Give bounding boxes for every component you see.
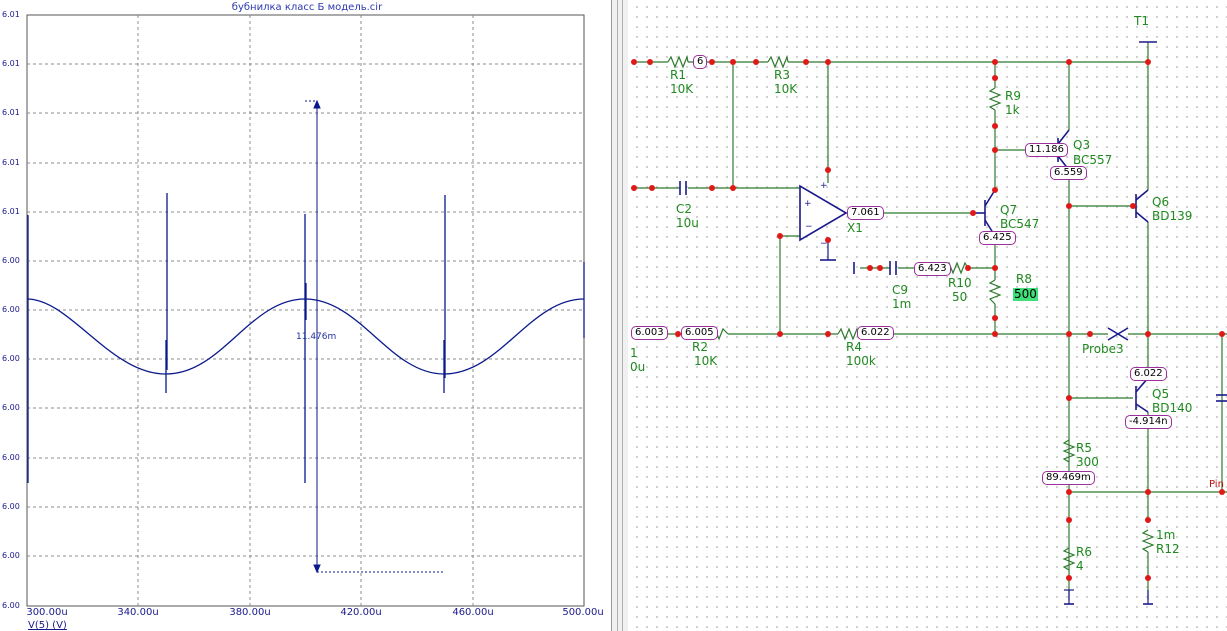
r10-name[interactable]: R10 [948, 277, 972, 290]
c9-value[interactable]: 1m [892, 298, 911, 311]
pin-label[interactable]: Pin [1209, 478, 1224, 491]
c1-name[interactable]: 1 [630, 347, 638, 360]
r8-name[interactable]: R8 [1016, 273, 1032, 286]
y-tick-label: 6.00 [2, 305, 20, 314]
y-tick-label: 6.01 [2, 158, 20, 167]
x-tick-label: 460.00u [452, 607, 494, 618]
node-voltage-badge: 6.022 [857, 326, 894, 340]
q5-value[interactable]: BD140 [1152, 402, 1192, 415]
node-voltage-badge: 6.423 [914, 262, 951, 276]
r4-name[interactable]: R4 [846, 341, 862, 354]
node-voltage-badge: 11.186 [1025, 143, 1068, 157]
r3-name[interactable]: R3 [774, 69, 790, 82]
c2-value[interactable]: 10u [676, 217, 699, 230]
y-tick-label: 6.01 [2, 207, 20, 216]
transient-plot-panel[interactable]: бубнилка класс Б модель.cir 6.01 6.01 6.… [0, 0, 610, 631]
node-voltage-badge: -4.914n [1125, 415, 1172, 429]
y-tick-label: 6.00 [2, 354, 20, 363]
node-voltage-badge: 6.022 [1130, 367, 1167, 381]
y-tick-label: 6.01 [2, 59, 20, 68]
probe3-name[interactable]: Probe3 [1082, 343, 1124, 356]
node-voltage-badge: 6.425 [979, 231, 1016, 245]
schematic-editor[interactable]: + − + − R1 10K R3 10K R9 1k Q3 BC557 T1 … [628, 0, 1227, 631]
r9-value[interactable]: 1k [1005, 104, 1020, 117]
y-tick-label: 6.01 [2, 108, 20, 117]
r1-name[interactable]: R1 [670, 69, 686, 82]
x-tick-label: 420.00u [340, 607, 382, 618]
y-tick-label: 6.00 [2, 551, 20, 560]
q6-value[interactable]: BD139 [1152, 210, 1192, 223]
r9-name[interactable]: R9 [1005, 90, 1021, 103]
y-tick-label: 6.00 [2, 453, 20, 462]
cursor-delta-readout: 11.476m [296, 332, 337, 342]
c2-name[interactable]: C2 [676, 203, 692, 216]
r12-name[interactable]: R12 [1156, 543, 1180, 556]
node-voltage-badge: 6.005 [681, 326, 718, 340]
schematic-wires: + − + − [631, 41, 1227, 605]
y-tick-label: 6.00 [2, 502, 20, 511]
node-voltage-badge: 7.061 [847, 206, 884, 220]
node-voltage-badge: 6.559 [1050, 166, 1087, 180]
r2-name[interactable]: R2 [692, 341, 708, 354]
x-tick-label: 300.00u [26, 607, 68, 618]
node-voltage-badge: 6.003 [631, 326, 668, 340]
c1-value[interactable]: 0u [630, 361, 645, 374]
svg-text:+: + [804, 199, 812, 209]
r6-name[interactable]: R6 [1076, 546, 1092, 559]
y-axis-variable-label[interactable]: V(5) (V) [28, 620, 67, 631]
node-voltage-badge: 6 [693, 55, 708, 69]
svg-text:−: − [805, 222, 813, 232]
r3-value[interactable]: 10K [774, 83, 797, 96]
r5-value[interactable]: 300 [1076, 456, 1099, 469]
r10-value[interactable]: 50 [952, 291, 967, 304]
r6-value[interactable]: 4 [1076, 560, 1084, 573]
svg-text:+: + [820, 181, 828, 191]
q6-name[interactable]: Q6 [1152, 196, 1169, 209]
r5-name[interactable]: R5 [1076, 442, 1092, 455]
r8-value-selected[interactable]: 500 [1013, 288, 1038, 301]
r2-value[interactable]: 10K [694, 355, 717, 368]
q7-value[interactable]: BC547 [1000, 218, 1039, 231]
q7-name[interactable]: Q7 [1000, 204, 1017, 217]
t1-name[interactable]: T1 [1134, 15, 1149, 28]
c9-name[interactable]: C9 [892, 284, 908, 297]
x-tick-label: 500.00u [562, 607, 604, 618]
x1-name[interactable]: X1 [847, 222, 863, 235]
y-tick-label: 6.00 [2, 403, 20, 412]
r4-value[interactable]: 100k [846, 355, 876, 368]
panel-splitter[interactable] [611, 0, 629, 631]
x-tick-label: 380.00u [229, 607, 271, 618]
r1-value[interactable]: 10K [670, 83, 693, 96]
q3-name[interactable]: Q3 [1073, 139, 1090, 152]
node-voltage-badge: 89.469m [1042, 471, 1095, 485]
x-tick-label: 340.00u [117, 607, 159, 618]
y-tick-label: 6.00 [2, 256, 20, 265]
q5-name[interactable]: Q5 [1152, 388, 1169, 401]
r12-value[interactable]: 1m [1156, 529, 1175, 542]
y-tick-label: 6.01 [2, 10, 20, 19]
plot-area[interactable] [0, 0, 610, 631]
